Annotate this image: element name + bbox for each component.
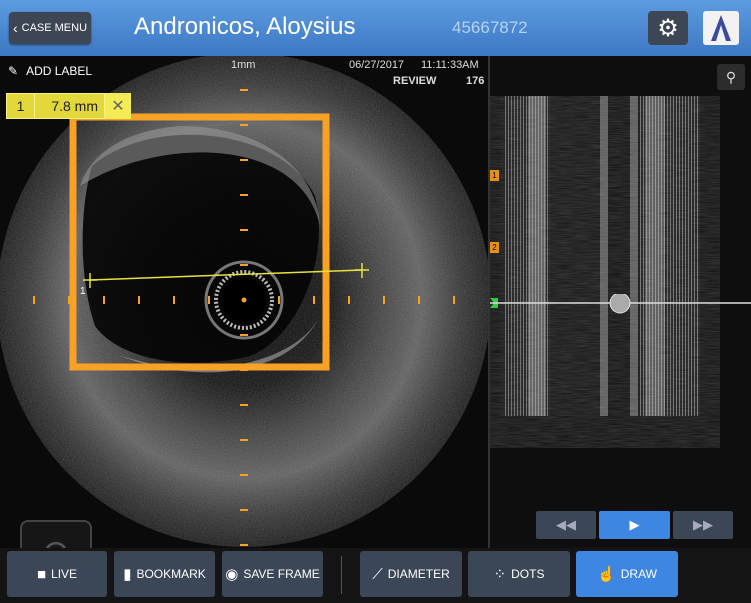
ivus-cross-section-view[interactable]: 1 ✎ ADD LABEL 1 7.8 mm ✕ 1mm 06/27/2017 … bbox=[0, 56, 488, 548]
frame-number: 176 bbox=[466, 75, 485, 87]
frame-cursor[interactable] bbox=[490, 294, 751, 314]
save-frame-button[interactable]: ◉ SAVE FRAME bbox=[222, 551, 323, 597]
case-menu-button[interactable]: ‹ CASE MENU bbox=[9, 12, 91, 44]
save-frame-label: SAVE FRAME bbox=[243, 567, 320, 581]
measurement-value: 7.8 mm bbox=[35, 93, 105, 119]
video-camera-icon: ■ bbox=[36, 565, 47, 583]
patient-name: Andronicos, Aloysius bbox=[134, 13, 356, 40]
acquisition-date: 06/27/2017 bbox=[349, 59, 405, 71]
diameter-button[interactable]: ⟋ DIAMETER bbox=[360, 551, 462, 597]
longitudinal-view[interactable]: ⚲ 1 2 ◀◀ ▶ ▶▶ bbox=[490, 56, 751, 548]
live-button[interactable]: ■ LIVE bbox=[7, 551, 107, 597]
acquisition-time: 11:11:33AM bbox=[421, 59, 479, 71]
dots-icon: ⁘ bbox=[493, 566, 507, 583]
ivus-image: 1 bbox=[0, 56, 488, 547]
brand-logo-button[interactable] bbox=[703, 11, 739, 45]
playback-controls: ◀◀ ▶ ▶▶ bbox=[536, 511, 733, 539]
live-label: LIVE bbox=[51, 567, 78, 581]
fast-forward-button[interactable]: ▶▶ bbox=[673, 511, 733, 539]
gear-icon: ⚙ bbox=[657, 14, 679, 42]
play-button[interactable]: ▶ bbox=[599, 511, 670, 539]
play-icon: ▶ bbox=[629, 517, 640, 532]
bookmark-icon: ▮ bbox=[123, 566, 132, 583]
rewind-icon: ◀◀ bbox=[556, 517, 576, 532]
pin-icon: ⚲ bbox=[725, 68, 737, 85]
dots-label: DOTS bbox=[511, 567, 545, 581]
toolbar-separator bbox=[341, 556, 342, 594]
rewind-button[interactable]: ◀◀ bbox=[536, 511, 596, 539]
header-bar: ‹ CASE MENU Andronicos, Aloysius 4566787… bbox=[0, 0, 751, 56]
delete-measurement-button[interactable]: ✕ bbox=[105, 93, 131, 119]
chevron-left-icon: ‹ bbox=[12, 20, 18, 36]
zoom-out-icon: ⊖ bbox=[41, 532, 71, 548]
pencil-icon: ✎ bbox=[8, 64, 19, 78]
measurement-readout: 1 7.8 mm ✕ bbox=[6, 93, 131, 119]
longitudinal-image bbox=[500, 96, 700, 416]
pin-button[interactable]: ⚲ bbox=[717, 64, 745, 90]
zoom-out-button[interactable]: ⊖ bbox=[20, 520, 92, 548]
add-label-button[interactable]: ✎ ADD LABEL bbox=[8, 64, 92, 78]
draw-label: DRAW bbox=[620, 567, 657, 581]
catheter-center-dot bbox=[241, 297, 247, 303]
frame-cursor-handle[interactable] bbox=[609, 294, 631, 314]
settings-button[interactable]: ⚙ bbox=[648, 11, 688, 45]
bookmark-marker-1[interactable]: 1 bbox=[490, 170, 499, 181]
close-icon: ✕ bbox=[111, 98, 125, 115]
case-menu-label: CASE MENU bbox=[21, 22, 88, 34]
brand-logo-icon bbox=[711, 15, 731, 41]
scale-label: 1mm bbox=[231, 59, 256, 71]
bookmark-button[interactable]: ▮ BOOKMARK bbox=[114, 551, 215, 597]
diameter-label: DIAMETER bbox=[387, 567, 450, 581]
measurement-index: 1 bbox=[6, 93, 35, 119]
dots-button[interactable]: ⁘ DOTS bbox=[468, 551, 570, 597]
bookmark-label: BOOKMARK bbox=[136, 567, 206, 581]
view-mode: REVIEW bbox=[393, 75, 437, 87]
measure-line-label: 1 bbox=[80, 286, 86, 297]
bookmark-marker-2[interactable]: 2 bbox=[490, 242, 499, 253]
add-label-text: ADD LABEL bbox=[26, 64, 93, 78]
bottom-toolbar: ■ LIVE ▮ BOOKMARK ◉ SAVE FRAME ⟋ DIAMETE… bbox=[0, 548, 751, 603]
long-speckle bbox=[500, 96, 700, 416]
draw-hand-icon: ☝ bbox=[597, 566, 616, 583]
patient-id: 45667872 bbox=[452, 18, 528, 37]
draw-button[interactable]: ☝ DRAW bbox=[576, 551, 678, 597]
diameter-icon: ⟋ bbox=[372, 565, 383, 583]
camera-icon: ◉ bbox=[225, 566, 239, 583]
fast-forward-icon: ▶▶ bbox=[693, 517, 713, 532]
